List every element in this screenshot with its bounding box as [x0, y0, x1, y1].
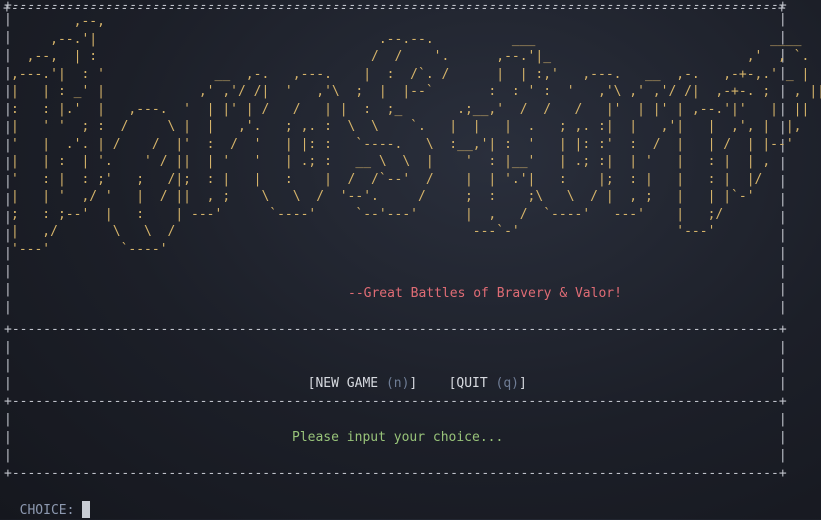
- quit-label: [QUIT: [448, 376, 496, 391]
- logo-line: | | : _' | ,' ,'/ /| ' ,'\ ; | |--` : : …: [11, 84, 821, 99]
- logo-line: ,--, | : / / '. ,--.'|_ ,' , `.: [11, 49, 810, 64]
- choice-input-line[interactable]: CHOICE:: [4, 483, 91, 520]
- frame-side-row: | |: [4, 340, 787, 355]
- frame-separator: +---------------------------------------…: [4, 394, 787, 409]
- frame-side-row: | |: [4, 448, 787, 463]
- logo-line: ' : | : ;' ; /|; : | | : | / /`--' / | |…: [11, 171, 763, 187]
- frame-side-row: | |: [4, 264, 787, 279]
- frame-side-row: | |: [4, 412, 787, 427]
- quit-option[interactable]: [QUIT (q)]: [449, 376, 527, 391]
- logo-line: | | : | '. ' / || | ' ' | .; : __ \ \ | …: [11, 154, 771, 169]
- logo-line: | ' ' ; : / \ | | ,'. ; ,. : \ \ `. | | …: [11, 119, 802, 134]
- logo-line: ,---.'| : ' __ ,-. ,---. | : /`. / | | :…: [11, 66, 810, 82]
- logo-line: ' | .'. | / / |' : / ' | |: : `----. \ :…: [11, 136, 794, 152]
- logo-line: ,--,: [11, 14, 105, 29]
- logo-line: '---' `----': [11, 241, 168, 257]
- logo-line: | ,/ \ \ / ---`-' '---': [11, 224, 716, 239]
- choice-label: CHOICE:: [19, 503, 83, 518]
- frame-side-row: | |: [4, 12, 787, 27]
- new-game-option[interactable]: [NEW GAME (n)]: [308, 376, 418, 391]
- main-menu: [NEW GAME (n)] [QUIT (q)]: [292, 357, 527, 393]
- new-game-key-hint: (n): [385, 376, 410, 391]
- logo-line: ; : ;--' | : | ---' `----' `--'---' | , …: [11, 206, 724, 222]
- logo-line: | | ' ,/ ' | / || , ; \ \ / '--'. / ; : …: [11, 189, 755, 204]
- quit-bracket: ]: [519, 376, 527, 391]
- quit-key-hint: (q): [495, 376, 520, 391]
- frame-separator: +---------------------------------------…: [4, 322, 787, 337]
- frame-bottom-border: +---------------------------------------…: [4, 466, 787, 481]
- text-cursor: [82, 501, 91, 518]
- input-prompt: Please input your choice...: [292, 430, 504, 445]
- game-tagline: --Great Battles of Bravery & Valor!: [348, 286, 622, 301]
- new-game-label: [NEW GAME: [307, 376, 386, 391]
- logo-line: ,--.'| .--.--. ___ ____: [11, 31, 802, 47]
- logo-line: : : |.' | ,---. ' | |' | / / | | : ;_ .;…: [11, 101, 810, 117]
